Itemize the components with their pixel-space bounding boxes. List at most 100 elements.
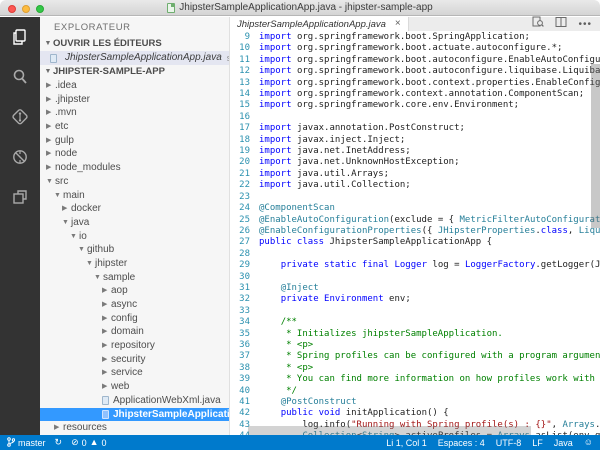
feedback-smiley-icon[interactable]: ☺ <box>584 438 593 447</box>
code-editor[interactable]: 9import org.springframework.boot.SpringA… <box>230 31 600 435</box>
code-line-18[interactable]: 18import javax.inject.Inject; <box>230 135 600 146</box>
tree-item-config[interactable]: ▶config <box>40 312 229 326</box>
code-line-17[interactable]: 17import javax.annotation.PostConstruct; <box>230 123 600 134</box>
code-text: * <p> <box>259 363 313 374</box>
tree-item-java[interactable]: ▼java <box>40 216 229 230</box>
tree-item-gulp[interactable]: ▶gulp <box>40 134 229 148</box>
vertical-scrollbar-thumb[interactable] <box>591 64 600 228</box>
code-line-15[interactable]: 15import org.springframework.core.env.En… <box>230 100 600 111</box>
code-line-11[interactable]: 11import org.springframework.boot.autoco… <box>230 55 600 66</box>
code-line-41[interactable]: 41 @PostConstruct <box>230 397 600 408</box>
tree-item--jhipster[interactable]: ▶.jhipster <box>40 93 229 107</box>
code-line-23[interactable]: 23 <box>230 192 600 203</box>
more-actions-icon[interactable]: ••• <box>578 19 592 30</box>
code-line-28[interactable]: 28 <box>230 249 600 260</box>
tree-item-aop[interactable]: ▶aop <box>40 284 229 298</box>
language-mode[interactable]: Java <box>554 438 573 448</box>
line-number: 16 <box>230 112 250 123</box>
code-line-35[interactable]: 35 * Initializes jhipsterSampleApplicati… <box>230 329 600 340</box>
tree-item-applicationwebxml-java[interactable]: ApplicationWebXml.java <box>40 394 229 408</box>
line-number: 11 <box>230 55 250 66</box>
code-line-26[interactable]: 26@EnableConfigurationProperties({ JHips… <box>230 226 600 237</box>
code-line-38[interactable]: 38 * <p> <box>230 363 600 374</box>
open-editor-item[interactable]: JhipsterSampleApplicationApp.java src/m.… <box>40 51 229 65</box>
chevron-collapsed-icon: ▶ <box>46 134 55 148</box>
sync-button[interactable]: ↻ <box>55 438 63 447</box>
chevron-expanded-icon: ▼ <box>70 230 79 244</box>
project-section-header[interactable]: ▼ JHIPSTER-SAMPLE-APP <box>40 65 229 79</box>
tree-item-src[interactable]: ▼src <box>40 175 229 189</box>
tree-item-label: JhipsterSampleApplicationApp.java <box>113 408 229 422</box>
activity-extensions-button[interactable] <box>0 177 40 217</box>
code-line-34[interactable]: 34 /** <box>230 317 600 328</box>
git-branch-status[interactable]: master <box>7 437 46 449</box>
tree-item-docker[interactable]: ▶docker <box>40 202 229 216</box>
line-number: 21 <box>230 169 250 180</box>
tree-item-github[interactable]: ▼github <box>40 243 229 257</box>
tree-item-io[interactable]: ▼io <box>40 230 229 244</box>
tree-item-node[interactable]: ▶node <box>40 147 229 161</box>
cursor-position[interactable]: Li 1, Col 1 <box>386 438 427 448</box>
tree-item-node-modules[interactable]: ▶node_modules <box>40 161 229 175</box>
tree-item-label: service <box>111 366 143 380</box>
activity-source-control-button[interactable] <box>0 97 40 137</box>
code-line-16[interactable]: 16 <box>230 112 600 123</box>
code-text: @PostConstruct <box>259 397 357 408</box>
problems-status[interactable]: ⊘ 0 ▲ 0 <box>71 438 107 448</box>
horizontal-scrollbar-thumb[interactable] <box>248 426 531 435</box>
code-line-40[interactable]: 40 */ <box>230 386 600 397</box>
activity-search-button[interactable] <box>0 57 40 97</box>
code-line-31[interactable]: 31 @Inject <box>230 283 600 294</box>
code-line-19[interactable]: 19import java.net.InetAddress; <box>230 146 600 157</box>
tree-item-main[interactable]: ▼main <box>40 189 229 203</box>
code-line-39[interactable]: 39 * You can find more information on ho… <box>230 374 600 385</box>
tree-item-service[interactable]: ▶service <box>40 366 229 380</box>
code-line-29[interactable]: 29 private static final Logger log = Log… <box>230 260 600 271</box>
tree-item-repository[interactable]: ▶repository <box>40 339 229 353</box>
activity-debug-button[interactable] <box>0 137 40 177</box>
tree-item-jhipstersampleapplicationapp-java[interactable]: JhipsterSampleApplicationApp.java <box>40 408 229 422</box>
code-line-27[interactable]: 27public class JhipsterSampleApplication… <box>230 237 600 248</box>
code-line-10[interactable]: 10import org.springframework.boot.actuat… <box>230 43 600 54</box>
tree-item--idea[interactable]: ▶.idea <box>40 79 229 93</box>
encoding-setting[interactable]: UTF-8 <box>496 438 522 448</box>
line-number: 18 <box>230 135 250 146</box>
code-line-37[interactable]: 37 * Spring profiles can be configured w… <box>230 351 600 362</box>
code-line-36[interactable]: 36 * <p> <box>230 340 600 351</box>
tree-item-security[interactable]: ▶security <box>40 353 229 367</box>
code-line-13[interactable]: 13import org.springframework.boot.contex… <box>230 78 600 89</box>
eol-setting[interactable]: LF <box>532 438 543 448</box>
tree-item-async[interactable]: ▶async <box>40 298 229 312</box>
code-line-12[interactable]: 12import org.springframework.boot.autoco… <box>230 66 600 77</box>
indentation-setting[interactable]: Espaces : 4 <box>438 438 485 448</box>
close-window-button[interactable] <box>8 5 16 13</box>
chevron-collapsed-icon: ▶ <box>102 339 111 353</box>
close-tab-icon[interactable]: × <box>395 19 401 29</box>
code-line-33[interactable]: 33 <box>230 306 600 317</box>
code-line-24[interactable]: 24@ComponentScan <box>230 203 600 214</box>
tree-item-etc[interactable]: ▶etc <box>40 120 229 134</box>
debug-bug-icon <box>10 147 30 167</box>
code-line-32[interactable]: 32 private Environment env; <box>230 294 600 305</box>
zoom-window-button[interactable] <box>36 5 44 13</box>
minimize-window-button[interactable] <box>22 5 30 13</box>
activity-explorer-button[interactable] <box>0 17 40 57</box>
tree-item-sample[interactable]: ▼sample <box>40 271 229 285</box>
tree-item--mvn[interactable]: ▶.mvn <box>40 106 229 120</box>
tree-item-domain[interactable]: ▶domain <box>40 325 229 339</box>
code-line-25[interactable]: 25@EnableAutoConfiguration(exclude = { M… <box>230 215 600 226</box>
code-line-22[interactable]: 22import java.util.Collection; <box>230 180 600 191</box>
line-number: 40 <box>230 386 250 397</box>
tree-item-resources[interactable]: ▶resources <box>40 421 229 435</box>
open-editors-header[interactable]: ▼ OUVRIR LES ÉDITEURS <box>40 37 229 51</box>
tree-item-jhipster[interactable]: ▼jhipster <box>40 257 229 271</box>
code-line-42[interactable]: 42 public void initApplication() { <box>230 408 600 419</box>
code-line-21[interactable]: 21import java.util.Arrays; <box>230 169 600 180</box>
code-line-9[interactable]: 9import org.springframework.boot.SpringA… <box>230 32 600 43</box>
code-line-14[interactable]: 14import org.springframework.context.ann… <box>230 89 600 100</box>
tab-jhipstersampleapplicationapp[interactable]: JhipsterSampleApplicationApp.java × <box>230 17 409 31</box>
code-text: @EnableAutoConfiguration(exclude = { Met… <box>259 215 600 226</box>
code-line-20[interactable]: 20import java.net.UnknownHostException; <box>230 157 600 168</box>
tree-item-web[interactable]: ▶web <box>40 380 229 394</box>
code-line-30[interactable]: 30 <box>230 272 600 283</box>
